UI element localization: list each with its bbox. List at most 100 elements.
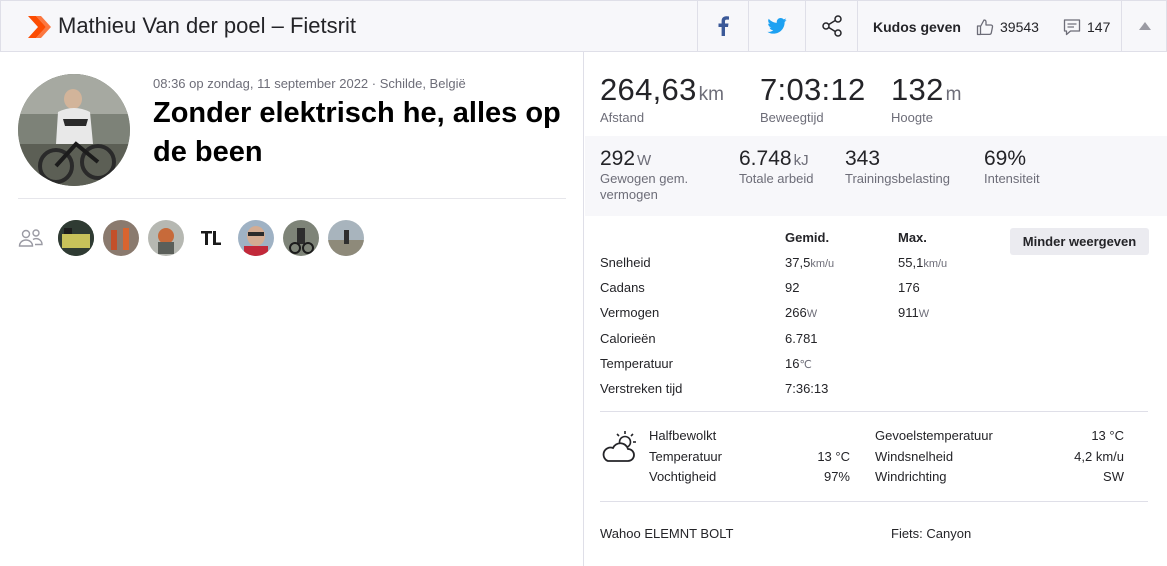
detail-max: 911W [898, 305, 930, 320]
detail-label: Temperatuur [600, 356, 673, 371]
group-athlete-avatar[interactable] [58, 220, 94, 256]
detail-avg: 6.781 [785, 331, 818, 346]
weather-wind-speed-label: Windsnelheid [875, 449, 954, 464]
activity-name: Zonder elektrisch he, alles op de been [153, 97, 561, 168]
stat-label: Afstand [600, 110, 645, 125]
stat-total-work: 6.748 kJ Totale arbeid [739, 147, 813, 187]
detail-avg: 92 [785, 280, 800, 295]
column-header-avg: Gemid. [785, 230, 830, 245]
stat-value: 264,63 [600, 72, 697, 107]
athlete-photo [238, 220, 274, 256]
detail-row-calories: Calorieën 6.781 [600, 331, 1140, 351]
group-athlete-avatar[interactable] [148, 220, 184, 256]
athlete-photo [283, 220, 319, 256]
detail-label: Calorieën [600, 331, 656, 346]
twitter-icon [767, 18, 787, 34]
collapse-header-button[interactable] [1121, 1, 1167, 51]
weather-feels-label: Gevoelstemperatuur [875, 428, 993, 443]
stat-intensity: 69% Intensiteit [984, 147, 1040, 187]
stat-training-load: 343 Trainingsbelasting [845, 147, 950, 187]
stat-label: vermogen [600, 187, 658, 202]
comment-icon [1063, 19, 1081, 36]
athlete-avatar[interactable] [18, 74, 130, 186]
comment-count-value: 147 [1087, 19, 1111, 35]
group-athlete-avatar[interactable] [328, 220, 364, 256]
stat-distance: 264,63 km Afstand [600, 72, 724, 125]
weather-humidity-label: Vochtigheid [649, 469, 717, 484]
partly-cloudy-icon [602, 431, 636, 462]
detail-row-elapsed-time: Verstreken tijd 7:36:13 [600, 381, 1140, 401]
group-athlete-avatar[interactable] [103, 220, 139, 256]
athlete-photo [18, 74, 130, 186]
weather-wind-dir-label: Windrichting [875, 469, 947, 484]
facebook-icon [718, 16, 729, 36]
group-athlete-avatar[interactable] [238, 220, 274, 256]
athlete-photo [328, 220, 364, 256]
detail-label: Cadans [600, 280, 645, 295]
divider [600, 411, 1148, 412]
detail-row-temperature: Temperatuur 16℃ [600, 356, 1140, 376]
share-button[interactable] [805, 1, 857, 51]
stat-value: 6.748 [739, 147, 792, 170]
athlete-photo [103, 220, 139, 256]
stat-weighted-power: 292 W Gewogen gem. vermogen [600, 147, 688, 203]
detail-row-cadence: Cadans 92 176 [600, 280, 1140, 300]
detail-avg: 7:36:13 [785, 381, 829, 396]
stat-value: 343 [845, 147, 881, 170]
weather-condition: Halfbewolkt [649, 428, 717, 443]
comment-count[interactable]: 147 [1063, 18, 1110, 36]
show-less-button[interactable]: Minder weergeven [1010, 228, 1149, 255]
athlete-photo [58, 220, 94, 256]
detail-label: Vermogen [600, 305, 660, 320]
thumbs-up-icon [976, 19, 994, 36]
share-twitter-button[interactable] [748, 1, 805, 51]
share-icon [821, 15, 842, 37]
caret-up-icon [1138, 22, 1151, 30]
stat-label: Intensiteit [984, 171, 1040, 186]
stat-label: Hoogte [891, 110, 933, 125]
bike-name[interactable]: Fiets: Canyon [891, 526, 971, 541]
weather-wind-dir-value: SW [1103, 469, 1124, 484]
stat-value: 7:03:12 [760, 72, 866, 107]
athlete-photo [148, 220, 184, 256]
stat-value: 292 [600, 147, 636, 170]
stat-label: Totale arbeid [739, 171, 814, 186]
weather-wind-speed-value: 4,2 km/u [1074, 449, 1124, 464]
strava-chevron-icon [28, 16, 51, 38]
stat-label: Gewogen gem. [600, 171, 689, 186]
detail-avg: 37,5km/u [785, 255, 835, 270]
stat-unit: m [945, 84, 962, 105]
detail-max: 55,1km/u [898, 255, 948, 270]
weather-feels-value: 13 °C [1091, 428, 1124, 443]
stat-label: Beweegtijd [760, 110, 824, 125]
detail-row-speed: Snelheid 37,5km/u 55,1km/u [600, 255, 1140, 275]
group-athlete-avatar[interactable] [193, 220, 229, 256]
activity-header: Mathieu Van der poel – Fietsrit Kudos ge… [0, 0, 1167, 52]
team-logo-icon [201, 231, 221, 245]
share-facebook-button[interactable] [697, 1, 748, 51]
give-kudos-button[interactable]: Kudos geven [873, 19, 961, 35]
stat-moving-time: 7:03:12 Beweegtijd [760, 72, 868, 125]
divider [18, 198, 566, 199]
group-ride-icon [18, 229, 43, 247]
kudos-count-value: 39543 [1000, 19, 1039, 35]
stat-elevation: 132 m Hoogte [891, 72, 961, 125]
column-header-max: Max. [898, 230, 927, 245]
weather-temp-value: 13 °C [817, 449, 850, 464]
activity-stats: 264,63 km Afstand 7:03:12 Beweegtijd 132 m… [585, 52, 1167, 566]
stat-unit: W [637, 152, 652, 169]
kudos-count[interactable]: 39543 [976, 18, 1039, 36]
secondary-stats: 292 W Gewogen gem. vermogen 6.748 kJ Total… [585, 136, 1167, 216]
detail-row-power: Vermogen 266W 911W [600, 305, 1140, 325]
group-athlete-avatar[interactable] [283, 220, 319, 256]
detail-avg: 266W [785, 305, 818, 320]
stat-value: 132 [891, 72, 944, 107]
stat-unit: km [698, 84, 724, 105]
detail-max: 176 [898, 280, 920, 295]
divider [600, 501, 1148, 502]
detail-label: Snelheid [600, 255, 651, 270]
weather-temp-label: Temperatuur [649, 449, 722, 464]
activity-meta: 08:36 op zondag, 11 september 2022 · Sch… [153, 76, 466, 91]
stat-label: Trainingsbelasting [845, 171, 951, 186]
stat-value: 69% [984, 147, 1027, 170]
